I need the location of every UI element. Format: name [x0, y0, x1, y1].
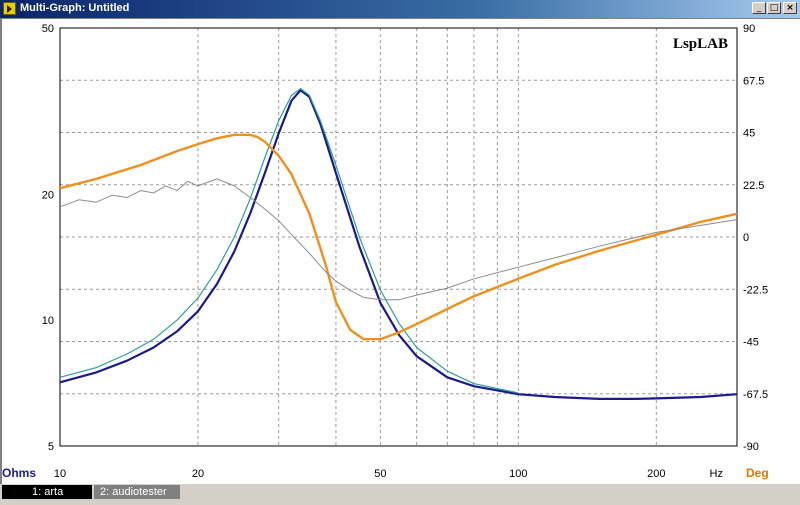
x-tick-label: 20	[192, 468, 204, 480]
window-title: Multi-Graph: Untitled	[20, 2, 130, 14]
impedance-arta-line	[59, 89, 738, 400]
y-right-tick-label: 22.5	[743, 180, 764, 192]
y-right-tick-label: -67.5	[743, 389, 768, 401]
tab-arta[interactable]: 1: arta	[2, 485, 92, 499]
y-right-tick-label: 45	[743, 128, 755, 140]
maximize-button[interactable]: □	[767, 2, 781, 14]
y-right-tick-label: -90	[743, 441, 759, 453]
y-right-tick-label: 90	[743, 23, 755, 35]
y-left-tick-label: 5	[48, 441, 54, 453]
x-tick-label: 10	[54, 468, 66, 480]
x-tick-label: 200	[647, 468, 665, 480]
y-left-tick-label: 20	[42, 189, 54, 201]
phase-audiotester-line	[59, 178, 738, 301]
y-right-tick-label: 0	[743, 232, 749, 244]
y-left-tick-label: 50	[42, 23, 54, 35]
series-group	[59, 87, 738, 400]
tick-labels: 10 20 50 100 200 5 10 20 50 90 67.5 45 22.5 0 -22.5 -45…	[42, 23, 768, 480]
right-axis-label: Deg	[746, 466, 769, 480]
impedance-phase-chart: 10 20 50 100 200 5 10 20 50 90 67.5 45 22.5 0 -22.5 -45…	[2, 23, 769, 480]
left-axis-label: Ohms	[2, 466, 36, 480]
x-tick-label: 50	[374, 468, 386, 480]
minimize-button[interactable]: _	[752, 2, 766, 14]
lsplab-watermark: LspLAB	[673, 36, 728, 52]
y-right-tick-label: -45	[743, 337, 759, 349]
x-tick-label: 100	[509, 468, 527, 480]
app-icon	[3, 2, 16, 15]
close-button[interactable]: ×	[783, 2, 797, 14]
y-right-tick-label: -22.5	[743, 284, 768, 296]
title-bar[interactable]: Multi-Graph: Untitled _ □ ×	[0, 0, 800, 18]
x-axis-label: Hz	[710, 468, 723, 480]
y-left-tick-label: 10	[42, 315, 54, 327]
impedance-audiotester-line	[59, 87, 519, 394]
tab-audiotester[interactable]: 2: audiotester	[94, 485, 180, 499]
multi-graph-window: Multi-Graph: Untitled _ □ × 10 20 50 100 200…	[0, 0, 800, 505]
graph-tabs: 1: arta 2: audiotester	[0, 484, 800, 505]
y-right-tick-label: 67.5	[743, 75, 764, 87]
